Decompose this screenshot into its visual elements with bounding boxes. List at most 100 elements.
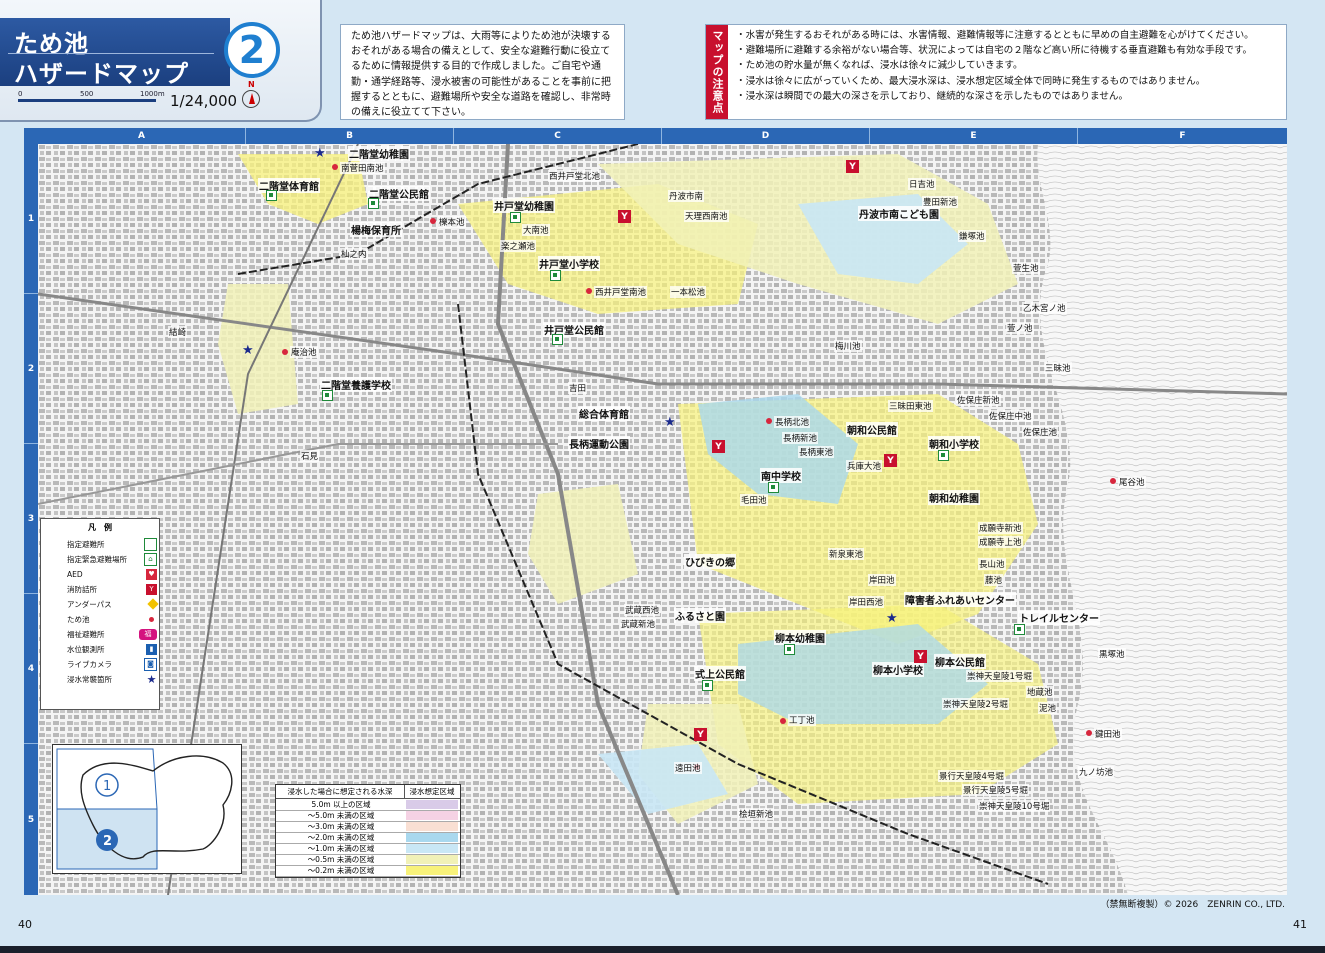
place-label: 尾谷池 xyxy=(1118,476,1146,488)
legend-item: 指定避難所 xyxy=(67,537,157,551)
shelter-icon[interactable] xyxy=(552,334,563,345)
fire-station-icon[interactable]: Y xyxy=(884,454,897,467)
place-label: 日吉池 xyxy=(908,178,936,190)
place-label: 楊梅保育所 xyxy=(350,222,402,237)
place-label: 藤池 xyxy=(984,574,1004,586)
grid-col-b: B xyxy=(246,128,454,144)
pond-marker xyxy=(766,418,772,424)
shelter-icon[interactable] xyxy=(938,450,949,461)
place-label: 豊田新池 xyxy=(922,196,959,208)
place-label: 遠田池 xyxy=(674,762,702,774)
welfare-icon: 福 xyxy=(139,628,157,640)
place-label: 二階堂幼稚園 xyxy=(348,146,410,161)
north-needle xyxy=(249,93,255,104)
place-label: 庵治池 xyxy=(290,346,318,358)
place-label: ひびきの郷 xyxy=(684,554,736,569)
legend-item: 消防詰所 Y xyxy=(67,582,157,596)
depth-legend-swatch xyxy=(406,833,458,842)
depth-legend-swatch xyxy=(406,844,458,853)
fire-station-icon[interactable]: Y xyxy=(694,728,707,741)
place-label: 井戸堂幼稚園 xyxy=(493,198,555,213)
place-label: 地蔵池 xyxy=(1026,686,1054,698)
inset-area-1: 1 xyxy=(103,779,111,794)
grid-row-4: 4 xyxy=(24,594,38,744)
depth-legend-label: ～2.0m 未満の区域 xyxy=(307,833,375,842)
shelter-icon[interactable] xyxy=(702,680,713,691)
place-label: 西井戸堂南池 xyxy=(594,286,648,298)
legend-label: ライブカメラ xyxy=(67,659,112,669)
place-label: 杣之内 xyxy=(340,248,368,260)
map-page: ため池 ハザードマップ 2 0 500 1000m 1/24,000 N ため池… xyxy=(0,0,1325,953)
shelter-icon[interactable] xyxy=(368,198,379,209)
place-label: 新泉東池 xyxy=(828,548,865,560)
map-title-line2: ハザードマップ xyxy=(14,60,189,88)
place-label: 一本松池 xyxy=(670,286,707,298)
inset-area-2: 2 xyxy=(103,834,112,849)
shelter-icon[interactable] xyxy=(784,644,795,655)
flood-prone-star-icon: ★ xyxy=(314,146,326,161)
place-label: 佐保庄中池 xyxy=(988,410,1033,422)
inset-map: 1 2 xyxy=(52,744,242,874)
place-label: 鍵田池 xyxy=(1094,728,1122,740)
shelter-icon xyxy=(144,537,157,551)
depth-legend-label: ～1.0m 未満の区域 xyxy=(307,844,375,853)
place-label: 柳本公民館 xyxy=(934,654,986,669)
place-label: 毛田池 xyxy=(740,494,768,506)
star-icon: ★ xyxy=(146,672,157,686)
shelter-icon[interactable] xyxy=(322,390,333,401)
place-label: 南中学校 xyxy=(760,468,802,483)
legend-label: 浸水常襲箇所 xyxy=(67,674,112,684)
place-label: ふるさと園 xyxy=(674,608,726,623)
depth-legend: 浸水した場合に想定される水深 浸水想定区域 5.0m 以上の区域 ～5.0m 未満… xyxy=(275,784,461,878)
shelter-icon[interactable] xyxy=(1014,624,1025,635)
area-number-badge: 2 xyxy=(224,22,280,78)
place-label: 西井戸堂北池 xyxy=(548,170,602,182)
depth-legend-swatch xyxy=(406,855,458,864)
bottom-bar xyxy=(0,946,1325,953)
fire-station-icon[interactable]: Y xyxy=(914,650,927,663)
shelter-icon[interactable] xyxy=(266,190,277,201)
shelter-icon[interactable] xyxy=(768,482,779,493)
place-label: 長柄北池 xyxy=(774,416,811,428)
fire-station-icon[interactable]: Y xyxy=(712,440,725,453)
grid-col-d: D xyxy=(662,128,870,144)
place-label: 長柄運動公園 xyxy=(568,436,630,451)
legend-label: 指定避難所 xyxy=(67,539,105,549)
place-label: 武蔵西池 xyxy=(624,604,661,616)
fire-station-icon[interactable]: Y xyxy=(618,210,631,223)
depth-legend-swatch xyxy=(406,866,458,875)
grid-row-3: 3 xyxy=(24,444,38,594)
place-label: 丹波市南 xyxy=(668,190,705,202)
emergency-site-icon: ⌂ xyxy=(144,552,157,566)
notes-list: ・水害が発生するおそれがある時には、水害情報、避難情報等に注意するとともに早めの… xyxy=(736,28,1254,104)
place-label: 柳本幼稚園 xyxy=(774,630,826,645)
pond-marker xyxy=(586,288,592,294)
place-label: 景行天皇陵4号堀 xyxy=(938,770,1005,782)
legend-item: ため池 xyxy=(67,612,157,626)
fire-station-icon: Y xyxy=(146,583,157,595)
place-label: 楽之瀬池 xyxy=(500,240,537,252)
flood-prone-star-icon: ★ xyxy=(886,611,898,626)
depth-legend-label: ～0.2m 未満の区域 xyxy=(307,866,375,875)
scale-tick-0: 0 xyxy=(18,90,23,98)
place-label: 天理西南池 xyxy=(684,210,729,222)
fire-station-icon[interactable]: Y xyxy=(846,160,859,173)
place-label: 井戸堂小学校 xyxy=(538,256,600,271)
depth-legend-swatch xyxy=(406,811,458,820)
shelter-icon[interactable] xyxy=(510,212,521,223)
map-legend: 凡 例 指定避難所 指定緊急避難場所 ⌂ AED ♥ 消防詰所 Y アンダーパス ため… xyxy=(40,518,160,710)
grid-col-a: A xyxy=(38,128,246,144)
scale-tick-500: 500 xyxy=(80,90,94,98)
note-item: ・水害が発生するおそれがある時には、水害情報、避難情報等に注意するとともに早めの… xyxy=(736,30,1254,41)
pond-marker xyxy=(780,718,786,724)
pond-marker xyxy=(1086,730,1092,736)
legend-item: AED ♥ xyxy=(67,567,157,581)
water-gauge-icon: ▮ xyxy=(146,643,157,655)
grid-col-f: F xyxy=(1179,131,1186,141)
place-label: 工丁池 xyxy=(788,714,816,726)
legend-label: 消防詰所 xyxy=(67,584,97,594)
shelter-icon[interactable] xyxy=(550,270,561,281)
place-label: 結崎 xyxy=(168,326,188,338)
place-label: 南菅田南池 xyxy=(340,162,385,174)
grid-column-header: A B C D E F xyxy=(38,128,1287,144)
